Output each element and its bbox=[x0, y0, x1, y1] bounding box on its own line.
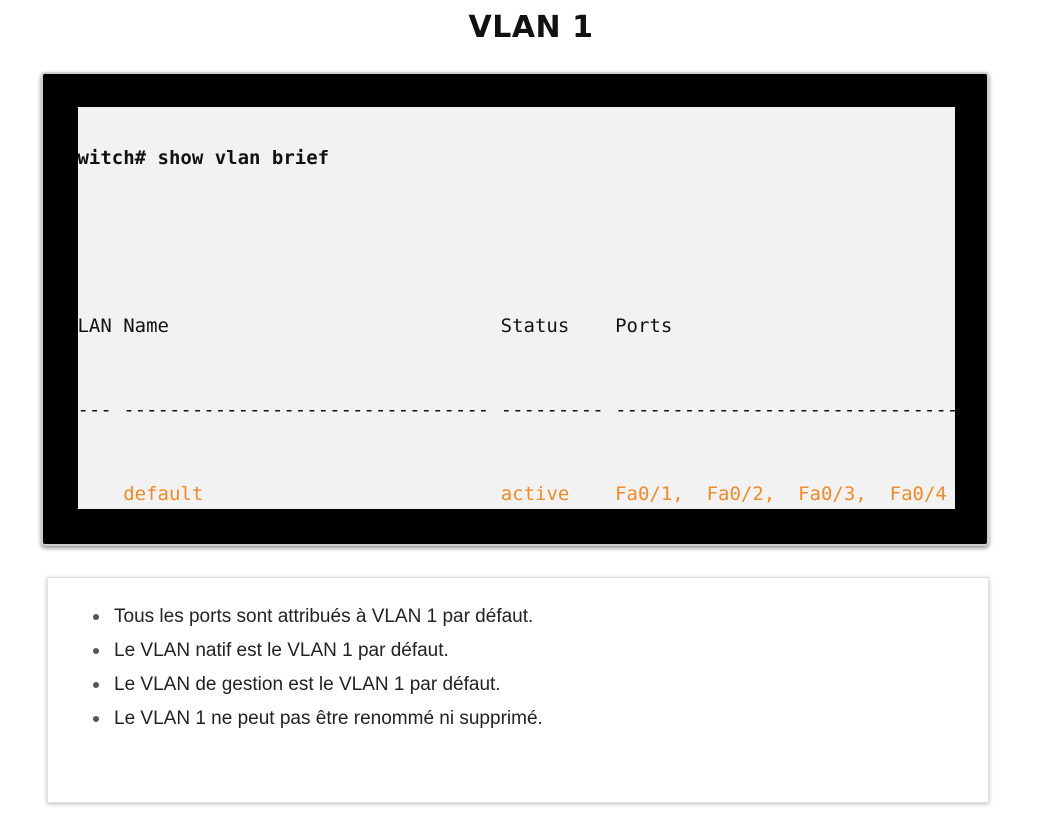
vlan-status-cell: active bbox=[500, 483, 616, 505]
list-item: Le VLAN de gestion est le VLAN 1 par déf… bbox=[93, 668, 543, 702]
list-item: Le VLAN 1 ne peut pas être renommé ni su… bbox=[93, 702, 543, 736]
bullet-icon bbox=[93, 614, 99, 620]
note-text: Le VLAN natif est le VLAN 1 par défaut. bbox=[114, 640, 449, 661]
note-text: Le VLAN de gestion est le VLAN 1 par déf… bbox=[114, 674, 501, 695]
bullet-icon bbox=[93, 648, 99, 654]
note-text: Tous les ports sont attribués à VLAN 1 p… bbox=[114, 606, 534, 627]
separator-line: ---- -------------------------------- --… bbox=[78, 399, 955, 421]
vlan-name-cell: default bbox=[123, 483, 501, 505]
command-line: Switch# show vlan brief bbox=[78, 144, 955, 172]
bullet-icon bbox=[93, 716, 99, 722]
terminal-screen: Switch# show vlan brief VLAN Name Status… bbox=[78, 107, 955, 509]
vlan-table: 1 default active Fa0/1, Fa0/2, Fa0/3, Fa… bbox=[78, 480, 955, 509]
bullet-icon bbox=[93, 682, 99, 688]
vlan-ports-cell: Fa0/1, Fa0/2, Fa0/3, Fa0/4 bbox=[615, 483, 947, 505]
column-header-line: VLAN Name Status Ports bbox=[78, 315, 673, 337]
command-prompt: Switch# bbox=[78, 147, 147, 169]
vlan-id-cell: 1 bbox=[78, 483, 123, 505]
note-text: Le VLAN 1 ne peut pas être renommé ni su… bbox=[114, 708, 543, 729]
terminal-output: Switch# show vlan brief VLAN Name Status… bbox=[78, 107, 955, 509]
page-title: VLAN 1 bbox=[468, 10, 594, 45]
table-row: 1 default active Fa0/1, Fa0/2, Fa0/3, Fa… bbox=[78, 480, 955, 508]
notes-panel: Tous les ports sont attribués à VLAN 1 p… bbox=[47, 577, 989, 803]
notes-list: Tous les ports sont attribués à VLAN 1 p… bbox=[93, 600, 543, 736]
table-row: Fa0/5, Fa0/6, Fa0/7, Fa0/8 bbox=[78, 508, 955, 509]
command-text: show vlan brief bbox=[157, 147, 330, 169]
list-item: Tous les ports sont attribués à VLAN 1 p… bbox=[93, 600, 543, 634]
terminal-frame: Switch# show vlan brief VLAN Name Status… bbox=[41, 72, 989, 546]
list-item: Le VLAN natif est le VLAN 1 par défaut. bbox=[93, 634, 543, 668]
